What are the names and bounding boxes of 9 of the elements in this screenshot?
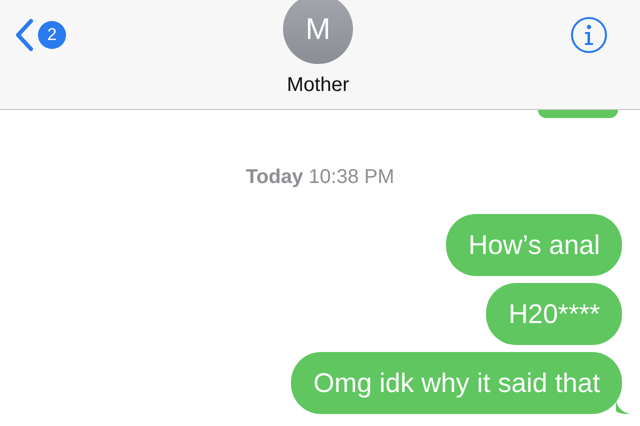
message-bubble: H20**** xyxy=(486,283,622,345)
message-bubble: Omg idk why it said that xyxy=(291,352,622,414)
contact-avatar[interactable]: M xyxy=(283,0,353,64)
back-chevron-icon[interactable] xyxy=(14,18,34,52)
message-bubble: How’s anal xyxy=(446,214,622,276)
contact-name: Mother xyxy=(286,73,350,98)
info-icon[interactable] xyxy=(570,16,608,54)
timestamp: Today 10:38 PM xyxy=(246,165,394,190)
unread-badge: 2 xyxy=(38,21,66,49)
